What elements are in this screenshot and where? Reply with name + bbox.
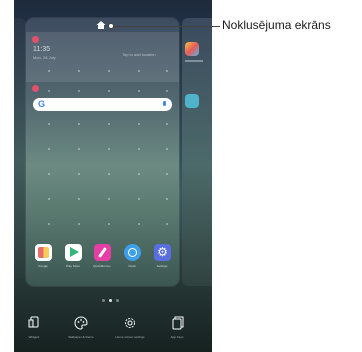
left-page-preview[interactable] [14,18,26,278]
play-store-icon[interactable] [65,244,82,261]
side-label [185,60,203,62]
widgets-icon [28,316,39,328]
app-label: Play Store [66,264,80,268]
home-screen-callout-label: Noklusējuma ekrāns [222,18,331,32]
callout-line [112,26,220,27]
palette-icon [74,316,88,330]
home-screen-preview[interactable]: 11:35 Mon, 28 July Tap to add location G… [26,18,179,286]
app-tray-icon [172,316,184,330]
option-label: App trays [170,335,184,339]
page-indicator [102,299,126,303]
gear-icon [125,318,135,328]
quickmemo-icon[interactable] [94,244,111,261]
settings-icon[interactable] [154,244,171,261]
app-label: Clock [128,264,136,268]
widgets-option[interactable]: Widgets [17,316,51,352]
home-settings-option[interactable]: Home screen settings [113,316,147,352]
option-label: Widgets [28,335,40,339]
side-app-icon [185,42,199,56]
google-folder-icon[interactable] [35,244,52,261]
home-icon[interactable] [96,20,106,30]
option-label: Wallpaper & theme [68,335,94,339]
phone-screen: 11:35 Mon, 28 July Tap to add location G… [14,0,212,352]
clock-icon[interactable] [124,244,141,261]
option-label: Home screen settings [115,335,145,339]
side-app-icon [185,94,199,108]
app-trays-option[interactable]: App trays [160,316,194,352]
app-label: Settings [156,264,168,268]
right-page-preview[interactable] [182,18,212,286]
app-label: QuickMemo+ [93,264,111,268]
wallpaper-theme-option[interactable]: Wallpaper & theme [64,316,98,352]
home-edit-options-bar: Widgets Wallpaper & theme Home screen se… [14,310,212,352]
callout-pointer [108,23,114,29]
app-label: Google [38,264,48,268]
